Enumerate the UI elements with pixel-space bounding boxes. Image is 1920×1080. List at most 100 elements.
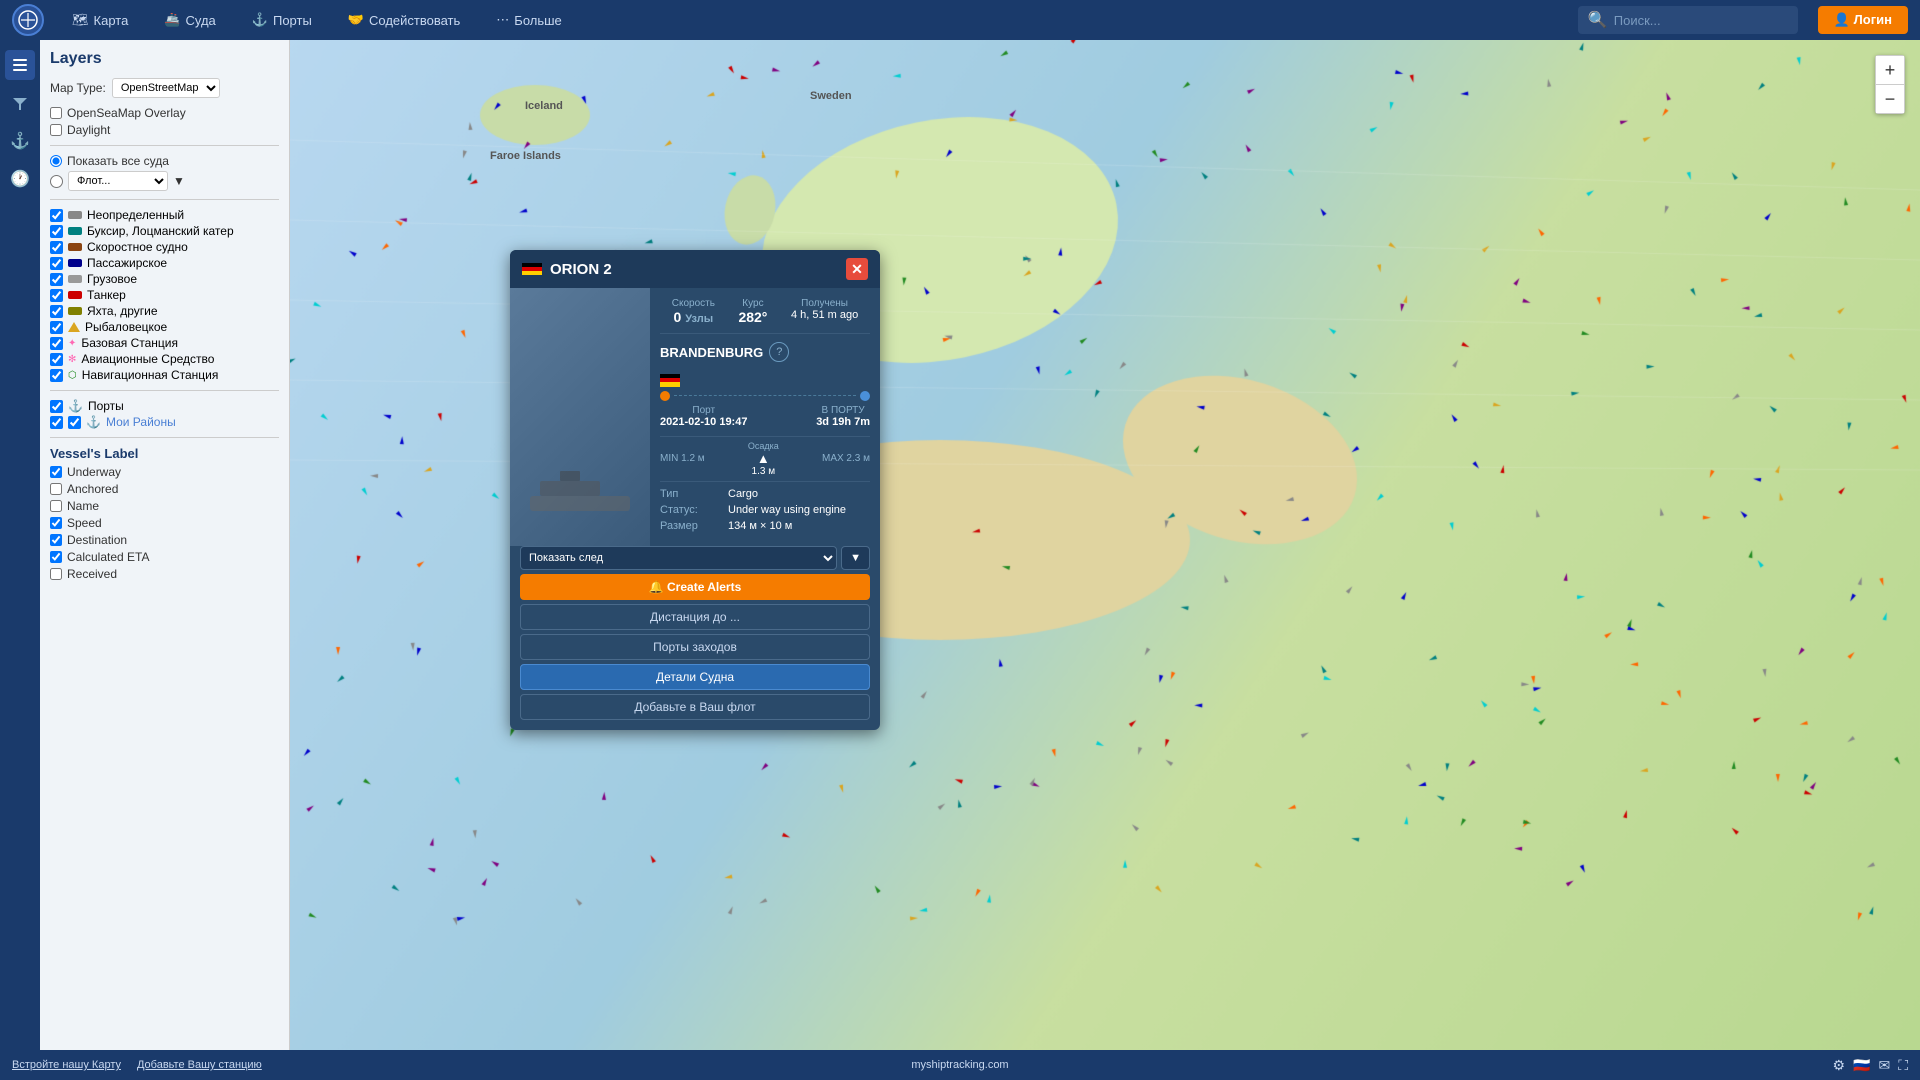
anchor-sidebar-icon[interactable]: ⚓ (5, 126, 35, 156)
vt-navstation-cb[interactable] (50, 369, 63, 382)
nav-cooperate[interactable]: 🤝 Содействовать (340, 8, 468, 32)
footer-mail-icon[interactable]: ✉ (1878, 1057, 1890, 1074)
map-area[interactable]: Iceland Faroe Islands Sweden + − ORION 2 (290, 40, 1920, 1080)
route-ports: Порт 2021-02-10 19:47 В ПОРТУ 3d 19h 7m (660, 405, 870, 428)
label-eta-row: Calculated ETA (50, 550, 279, 564)
nav-logo[interactable] (12, 4, 44, 36)
route-dashed-line (674, 395, 856, 396)
map-nav-icon: 🗺 (72, 12, 89, 28)
vt-aviation-cb[interactable] (50, 353, 63, 366)
label-name-cb[interactable] (50, 500, 62, 512)
footer-icons: ⚙ 🇷🇺 ✉ ⛶ (1832, 1057, 1908, 1074)
create-alerts-button[interactable]: 🔔 Create Alerts (520, 574, 870, 600)
route-line (660, 391, 870, 401)
other-type-myregions: ⚓ Мои Районы (50, 415, 279, 429)
zoom-in-button[interactable]: + (1876, 56, 1904, 84)
map-type-row: Map Type: OpenStreetMap (50, 78, 279, 98)
vt-undefined-cb[interactable] (50, 209, 63, 222)
nav-vessels[interactable]: 🚢 Суда (156, 8, 223, 32)
draught-max: MAX 2.3 м (822, 453, 870, 464)
add-to-fleet-button[interactable]: Добавьте в Ваш флот (520, 694, 870, 720)
history-sidebar-icon[interactable]: 🕐 (5, 164, 35, 194)
vessels-nav-icon: 🚢 (164, 12, 180, 28)
draught-min: MIN 1.2 м (660, 453, 705, 464)
label-received-cb[interactable] (50, 568, 62, 580)
fleet-radio[interactable] (50, 175, 63, 188)
footer-flag-icon[interactable]: 🇷🇺 (1853, 1057, 1870, 1074)
vessel-type-fishing: Рыбаловецкое (50, 320, 279, 334)
vt-highspeed-icon (68, 243, 82, 251)
vt-passenger-icon (68, 259, 82, 267)
popup-right: Скорость 0 Узлы Курс 282° (650, 288, 880, 546)
destination-name: BRANDENBURG (660, 345, 763, 360)
layers-panel: Layers Map Type: OpenStreetMap OpenSeaMa… (40, 40, 290, 1080)
ports-visited-button[interactable]: Порты заходов (520, 634, 870, 660)
footer: Встройте нашу Карту Добавьте Вашу станци… (0, 1050, 1920, 1080)
other-ports-icon: ⚓ (68, 399, 83, 413)
add-station-link[interactable]: Добавьте Вашу станцию (137, 1059, 262, 1071)
vt-fishing-cb[interactable] (50, 321, 63, 334)
other-myregions-cb2[interactable] (68, 416, 81, 429)
label-underway-cb[interactable] (50, 466, 62, 478)
nav-map[interactable]: 🗺 Карта (64, 8, 136, 32)
overlay-daylight-checkbox[interactable] (50, 124, 62, 136)
vessel-type-highspeed: Скоростное судно (50, 240, 279, 254)
route-section: BRANDENBURG ? (660, 342, 870, 428)
other-ports-cb[interactable] (50, 400, 63, 413)
vessel-type-navstation: ⬡ Навигационная Станция (50, 368, 279, 382)
label-speed-cb[interactable] (50, 517, 62, 529)
size-row: Размер 134 м × 10 м (660, 520, 870, 532)
vessel-details-button[interactable]: Детали Судна (520, 664, 870, 690)
show-all-ships-radio[interactable] (50, 155, 62, 167)
vessel-type-aviation: ✻ Авиационные Средство (50, 352, 279, 366)
vt-cargo-cb[interactable] (50, 273, 63, 286)
follow-dropdown-btn[interactable]: ▼ (841, 546, 870, 570)
popup-vessel-name: ORION 2 (550, 261, 838, 278)
port-departure: Порт 2021-02-10 19:47 (660, 405, 747, 428)
vessel-type-tug: Буксир, Лоцманский катер (50, 224, 279, 238)
popup-close-button[interactable]: ✕ (846, 258, 868, 280)
top-nav: 🗺 Карта 🚢 Суда ⚓ Порты 🤝 Содействовать ⋯… (0, 0, 1920, 40)
map-type-select[interactable]: OpenStreetMap (112, 78, 220, 98)
label-underway-row: Underway (50, 465, 279, 479)
vt-highspeed-cb[interactable] (50, 241, 63, 254)
embed-map-link[interactable]: Встройте нашу Карту (12, 1059, 121, 1071)
popup-stats: Скорость 0 Узлы Курс 282° (660, 298, 870, 334)
vt-yacht-cb[interactable] (50, 305, 63, 318)
other-type-ports: ⚓ Порты (50, 399, 279, 413)
vt-tug-cb[interactable] (50, 225, 63, 238)
vt-cargo-icon (68, 275, 82, 283)
other-myregions-icon: ⚓ (86, 415, 101, 429)
filter-sidebar-icon[interactable] (5, 88, 35, 118)
other-myregions-cb1[interactable] (50, 416, 63, 429)
login-button[interactable]: 👤 Логин (1818, 6, 1908, 34)
vt-base-cb[interactable] (50, 337, 63, 350)
vt-tanker-icon (68, 291, 82, 299)
nav-more[interactable]: ⋯ Больше (488, 8, 570, 32)
vessel-type-yacht: Яхта, другие (50, 304, 279, 318)
footer-settings-icon[interactable]: ⚙ (1832, 1057, 1845, 1074)
label-eta-cb[interactable] (50, 551, 62, 563)
label-name-row: Name (50, 499, 279, 513)
distance-to-button[interactable]: Дистанция до ... (520, 604, 870, 630)
footer-fullscreen-icon[interactable]: ⛶ (1898, 1057, 1908, 1074)
vt-passenger-cb[interactable] (50, 257, 63, 270)
zoom-out-button[interactable]: − (1876, 85, 1904, 113)
label-destination-row: Destination (50, 533, 279, 547)
ship-popup: ORION 2 ✕ (510, 250, 880, 730)
vt-tanker-cb[interactable] (50, 289, 63, 302)
vessel-type-tanker: Танкер (50, 288, 279, 302)
search-input[interactable] (1614, 13, 1788, 28)
label-received-row: Received (50, 567, 279, 581)
help-button[interactable]: ? (769, 342, 789, 362)
vt-tug-icon (68, 227, 82, 235)
label-anchored-cb[interactable] (50, 483, 62, 495)
nav-ports[interactable]: ⚓ Порты (244, 8, 320, 32)
follow-select[interactable]: Показать след (520, 546, 837, 570)
port-arrival: В ПОРТУ 3d 19h 7m (816, 405, 870, 428)
overlay-opensea-checkbox[interactable] (50, 107, 62, 119)
label-destination-cb[interactable] (50, 534, 62, 546)
layers-sidebar-icon[interactable] (5, 50, 35, 80)
fleet-row: Флот... ▼ (50, 171, 279, 191)
fleet-select[interactable]: Флот... (68, 171, 168, 191)
